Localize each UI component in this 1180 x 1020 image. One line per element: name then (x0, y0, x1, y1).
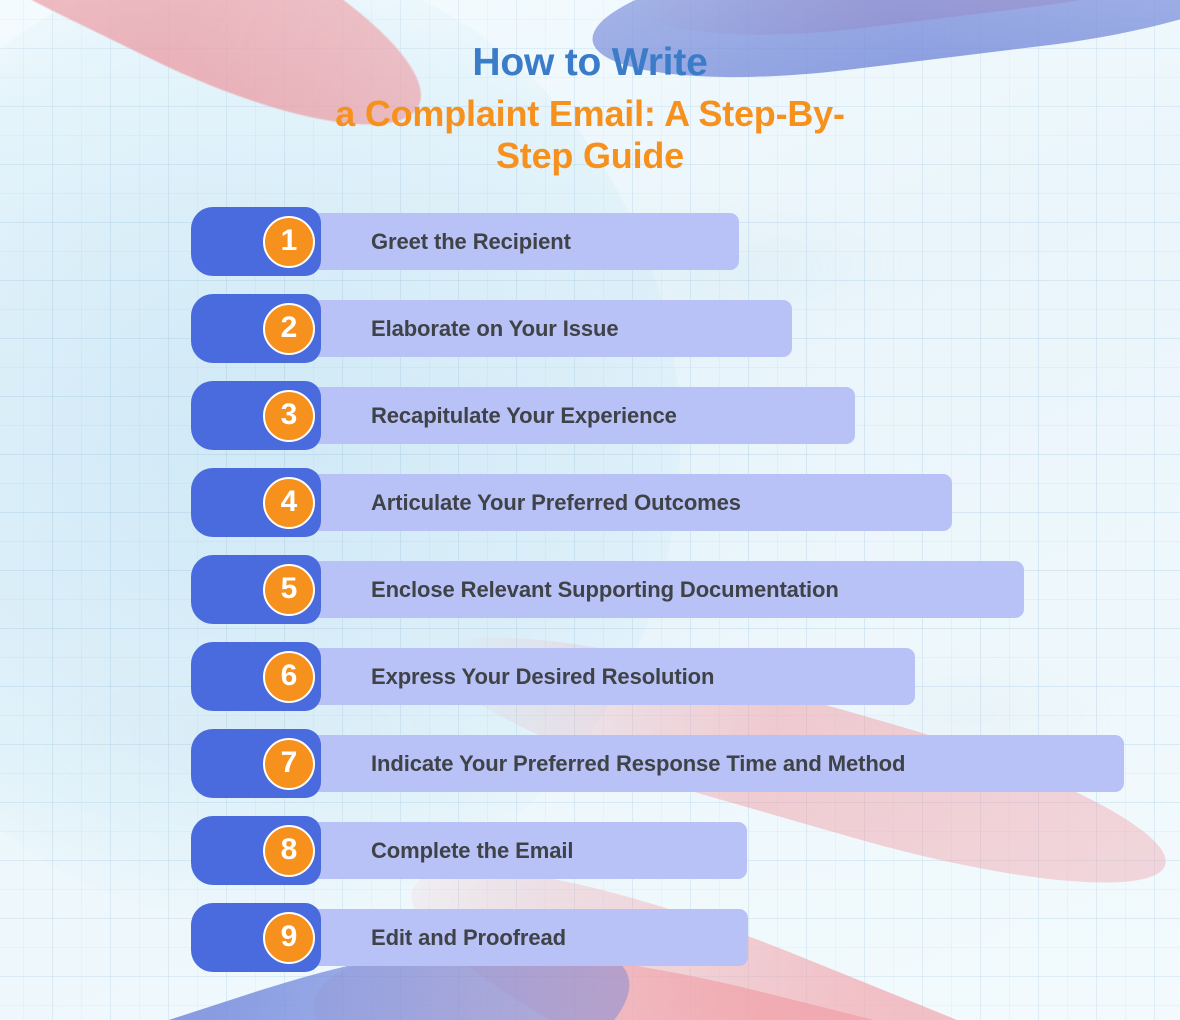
title-line-secondary: a Complaint Email: A Step-By-Step Guide (335, 93, 845, 176)
step-bar: Elaborate on Your Issue (253, 300, 792, 357)
step-number: 8 (280, 833, 298, 866)
step-bar: Enclose Relevant Supporting Documentatio… (253, 561, 1024, 618)
step-number: 7 (280, 746, 298, 779)
step-number: 1 (280, 224, 298, 257)
step-bar: Greet the Recipient (253, 213, 739, 270)
step-number: 5 (280, 572, 298, 605)
step-number-badge: 2 (263, 303, 315, 355)
step-number: 6 (280, 659, 298, 692)
step-label: Express Your Desired Resolution (371, 663, 715, 689)
step-number: 4 (280, 485, 298, 518)
step-bar: Indicate Your Preferred Response Time an… (253, 735, 1124, 792)
step-label: Enclose Relevant Supporting Documentatio… (371, 576, 839, 602)
infographic-canvas: How to Write a Complaint Email: A Step-B… (0, 0, 1180, 1020)
step-bar: Edit and Proofread (253, 909, 748, 966)
step-number-badge: 8 (263, 825, 315, 877)
title-line-primary: How to Write (472, 41, 708, 84)
step-bar: Articulate Your Preferred Outcomes (253, 474, 952, 531)
step-number-badge: 4 (263, 477, 315, 529)
step-label: Indicate Your Preferred Response Time an… (371, 750, 906, 776)
step-number-badge: 5 (263, 564, 315, 616)
step-number-badge: 7 (263, 738, 315, 790)
step-label: Articulate Your Preferred Outcomes (371, 489, 741, 515)
step-number-badge: 6 (263, 651, 315, 703)
step-number-badge: 1 (263, 216, 315, 268)
step-bar: Express Your Desired Resolution (253, 648, 915, 705)
page-title: How to Write a Complaint Email: A Step-B… (0, 38, 1180, 177)
step-number: 9 (280, 920, 298, 953)
step-bar: Recapitulate Your Experience (253, 387, 855, 444)
step-number: 2 (280, 311, 298, 344)
step-number-badge: 3 (263, 390, 315, 442)
step-number-badge: 9 (263, 912, 315, 964)
step-bar: Complete the Email (253, 822, 747, 879)
step-number: 3 (280, 398, 298, 431)
